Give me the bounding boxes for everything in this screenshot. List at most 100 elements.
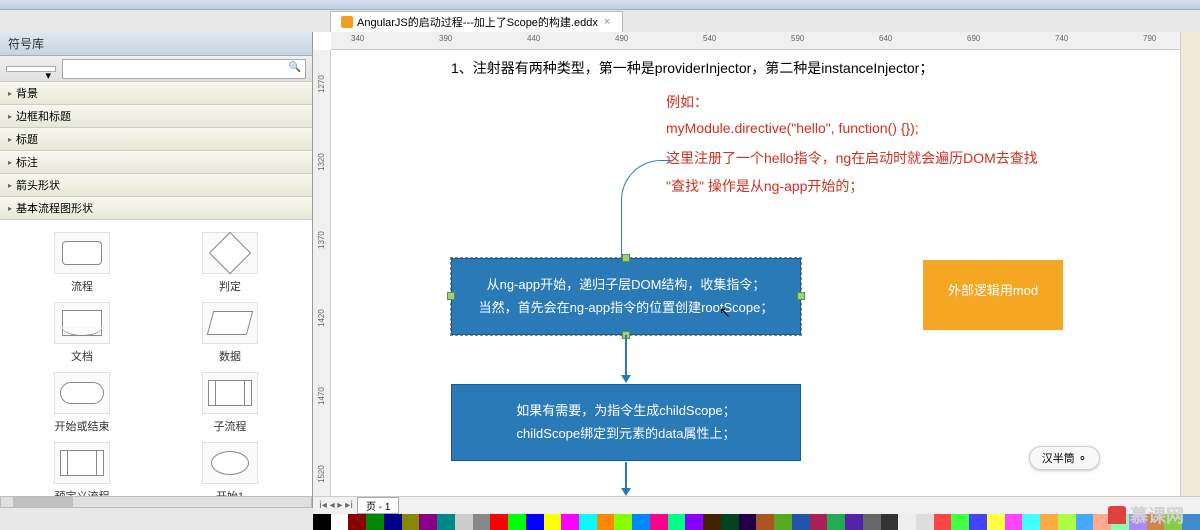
color-swatch[interactable] (544, 514, 562, 530)
color-swatch[interactable] (561, 514, 579, 530)
color-swatch[interactable] (774, 514, 792, 530)
color-swatch[interactable] (1022, 514, 1040, 530)
color-swatch[interactable] (437, 514, 455, 530)
shape-item[interactable]: 开始1 (160, 442, 300, 496)
color-swatch[interactable] (810, 514, 828, 530)
color-swatch[interactable] (331, 514, 349, 530)
color-swatch[interactable] (614, 514, 632, 530)
color-swatch[interactable] (703, 514, 721, 530)
tab-title: AngularJS的启动过程---加上了Scope的构建.eddx (357, 14, 598, 30)
shape-item[interactable]: 文档 (12, 302, 152, 364)
color-swatch[interactable] (987, 514, 1005, 530)
node-text: 当然，首先会在ng-app指令的位置创建rootScope； (472, 296, 780, 319)
window-titlebar (0, 0, 1200, 10)
category-item[interactable]: ▸基本流程图形状 (0, 197, 312, 220)
color-swatch[interactable] (366, 514, 384, 530)
color-swatch[interactable] (916, 514, 934, 530)
color-swatch[interactable] (490, 514, 508, 530)
ellipse-icon (211, 451, 249, 475)
close-icon[interactable]: × (602, 16, 612, 28)
scrollbar-thumb[interactable] (13, 497, 73, 507)
shape-preview (54, 372, 110, 414)
color-swatch[interactable] (650, 514, 668, 530)
color-swatch[interactable] (792, 514, 810, 530)
color-swatch[interactable] (313, 514, 331, 530)
color-swatch[interactable] (348, 514, 366, 530)
document-tab[interactable]: AngularJS的启动过程---加上了Scope的构建.eddx × (330, 11, 623, 32)
ruler-mark: 690 (967, 34, 980, 43)
resize-handle-w[interactable] (447, 292, 455, 300)
ruler-mark: 340 (351, 34, 364, 43)
color-swatch[interactable] (508, 514, 526, 530)
color-swatch[interactable] (1040, 514, 1058, 530)
ruler-mark: 790 (1143, 34, 1156, 43)
page-nav-buttons[interactable]: ⅰ◂ ◂ ▸ ▸ⅰ (319, 500, 353, 511)
chevron-right-icon: ▸ (8, 89, 12, 98)
right-side-panel[interactable] (1180, 32, 1200, 512)
panel-title: 符号库 (0, 32, 312, 56)
category-item[interactable]: ▸箭头形状 (0, 174, 312, 197)
color-swatch[interactable] (951, 514, 969, 530)
shape-item[interactable]: 预定义流程 (12, 442, 152, 496)
color-swatch[interactable] (756, 514, 774, 530)
horizontal-ruler: 340390440490540590640690740790 (331, 32, 1200, 50)
color-swatch[interactable] (685, 514, 703, 530)
shape-label: 开始或结束 (12, 418, 152, 434)
color-swatch[interactable] (597, 514, 615, 530)
page-tab[interactable]: 页 - 1 (357, 497, 399, 514)
color-swatch[interactable] (739, 514, 757, 530)
color-swatch[interactable] (881, 514, 899, 530)
category-item[interactable]: ▸标注 (0, 151, 312, 174)
panel-toolbar (0, 56, 312, 82)
color-swatch[interactable] (845, 514, 863, 530)
connector-curve (621, 160, 671, 260)
resize-handle-e[interactable] (797, 292, 805, 300)
panel-scrollbar[interactable] (0, 496, 312, 508)
color-swatch[interactable] (721, 514, 739, 530)
shape-item[interactable]: 开始或结束 (12, 372, 152, 434)
category-label: 标题 (16, 131, 38, 147)
color-swatch[interactable] (384, 514, 402, 530)
node-text: 从ng-app开始，递归子层DOM结构，收集指令； (472, 273, 780, 296)
color-swatch[interactable] (1005, 514, 1023, 530)
shape-style-dropdown[interactable] (6, 66, 56, 72)
annotation-line: 例如： (666, 92, 708, 112)
category-item[interactable]: ▸背景 (0, 82, 312, 105)
category-item[interactable]: ▸边框和标题 (0, 105, 312, 128)
color-swatch[interactable] (632, 514, 650, 530)
color-swatch[interactable] (934, 514, 952, 530)
flowchart-node-process[interactable]: 从ng-app开始，递归子层DOM结构，收集指令； 当然，首先会在ng-app指… (451, 258, 801, 335)
shape-label: 数据 (160, 348, 300, 364)
flowchart-node-alt[interactable]: 外部逻辑用mod (923, 260, 1063, 330)
color-swatch[interactable] (898, 514, 916, 530)
color-swatch[interactable] (402, 514, 420, 530)
ime-indicator[interactable]: 汉半筒 ⚬ (1029, 446, 1100, 470)
color-swatch[interactable] (863, 514, 881, 530)
resize-handle-n[interactable] (622, 254, 630, 262)
search-input[interactable] (62, 59, 306, 79)
color-swatch[interactable] (969, 514, 987, 530)
shape-label: 开始1 (160, 488, 300, 496)
shape-label: 子流程 (160, 418, 300, 434)
arrow-head-icon (621, 488, 631, 496)
shape-item[interactable]: 子流程 (160, 372, 300, 434)
color-swatch[interactable] (526, 514, 544, 530)
color-swatch[interactable] (579, 514, 597, 530)
parallel-icon (207, 311, 253, 335)
category-item[interactable]: ▸标题 (0, 128, 312, 151)
pill-icon (60, 382, 104, 404)
shape-item[interactable]: 判定 (160, 232, 300, 294)
color-swatch[interactable] (1076, 514, 1094, 530)
flowchart-node-process[interactable]: 如果有需要，为指令生成childScope； childScope绑定到元素的d… (451, 384, 801, 461)
canvas[interactable]: 1、注射器有两种类型，第一种是providerInjector，第二种是inst… (331, 50, 1200, 508)
shape-label: 文档 (12, 348, 152, 364)
color-swatch[interactable] (1058, 514, 1076, 530)
color-swatch[interactable] (668, 514, 686, 530)
shape-item[interactable]: 流程 (12, 232, 152, 294)
color-swatch[interactable] (455, 514, 473, 530)
shape-item[interactable]: 数据 (160, 302, 300, 364)
color-swatch[interactable] (1182, 514, 1200, 530)
color-swatch[interactable] (473, 514, 491, 530)
color-swatch[interactable] (419, 514, 437, 530)
color-swatch[interactable] (827, 514, 845, 530)
